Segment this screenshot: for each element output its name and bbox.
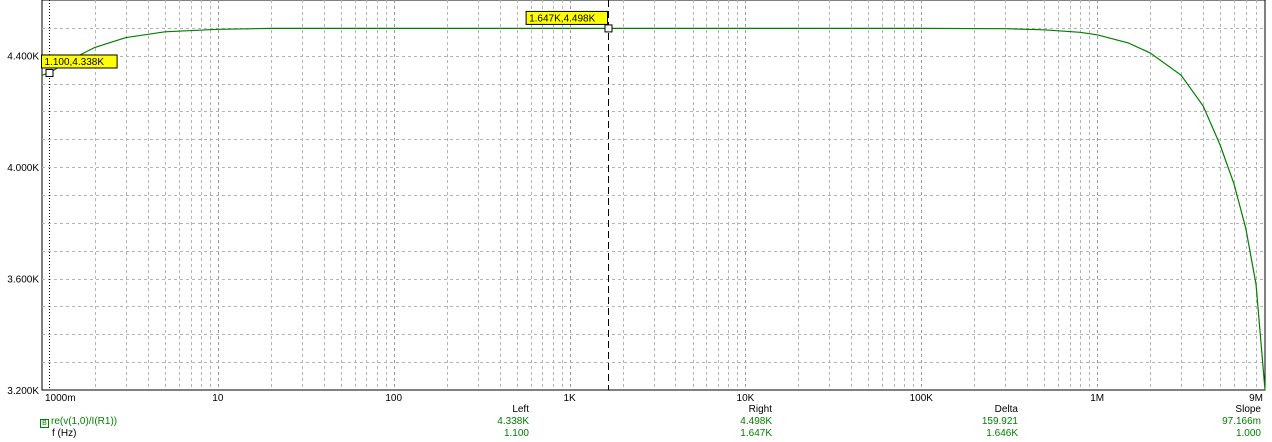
plot-area[interactable]: 3.200K 3.600K 4.000K 4.400K 1000m 10 100 1K 10K… [0,0,1272,442]
y-tick-label: 3.200K [7,386,39,397]
readout-left-header: Left [512,404,529,415]
readout-slope-trace-value: 97.166m [1222,416,1261,427]
left-cursor-label: 1.100,4.338K [45,57,105,68]
left-cursor-handle[interactable] [45,68,54,77]
y-tick-label: 4.000K [7,163,39,174]
x-tick-label: 1M [1090,393,1104,404]
series-line [41,27,1266,391]
readout-slope-header: Slope [1235,404,1261,415]
x-tick-label: 10 [212,393,224,404]
x-tick-label: 1000m [45,393,76,404]
x-tick-label: 9M [1249,393,1263,404]
right-cursor-handle[interactable] [604,24,613,33]
readout-delta-x-value: 1.646K [986,428,1018,439]
x-axis-tick-labels: 1000m 10 100 1K 10K 100K 1M 9M [45,393,1263,404]
readout-delta-column: Delta 159.921 1.646K [982,404,1018,440]
readout-right-column: Right 4.498K 1.647K [740,404,772,440]
readout-delta-header: Delta [994,404,1018,415]
y-axis-tick-labels: 3.200K 3.600K 4.000K 4.400K [7,52,39,397]
readout-slope-x-value: 1.000 [1235,428,1261,439]
readout-left-x-value: 1.100 [503,428,529,439]
readout-slope-column: Slope 97.166m 1.000 [1222,404,1261,440]
series-layer [41,27,1266,391]
y-tick-label: 4.400K [7,52,39,63]
x-tick-label: 10K [737,393,755,404]
readout-right-header: Right [748,404,772,415]
readout-delta-trace-value: 159.921 [981,416,1018,427]
x-tick-label: 1K [563,393,576,404]
x-axis-name: f (Hz) [52,428,77,439]
trace-legend[interactable]: Bre(v(1,0)/I(R1)) [40,416,117,428]
readout-left-trace-value: 4.338K [497,416,529,427]
readout-right-trace-value: 4.498K [740,416,772,427]
y-tick-label: 3.600K [7,275,39,286]
trace-name-label: re(v(1,0)/I(R1)) [51,416,118,427]
x-tick-label: 100 [385,393,402,404]
right-cursor-label: 1.647K,4.498K [529,13,595,24]
trace-marker-icon[interactable]: B [40,419,49,428]
x-tick-label: 100K [910,393,934,404]
readout-left-column: Left 4.338K 1.100 [497,404,529,440]
readout-right-x-value: 1.647K [740,428,772,439]
horizontal-grid [42,28,1265,363]
